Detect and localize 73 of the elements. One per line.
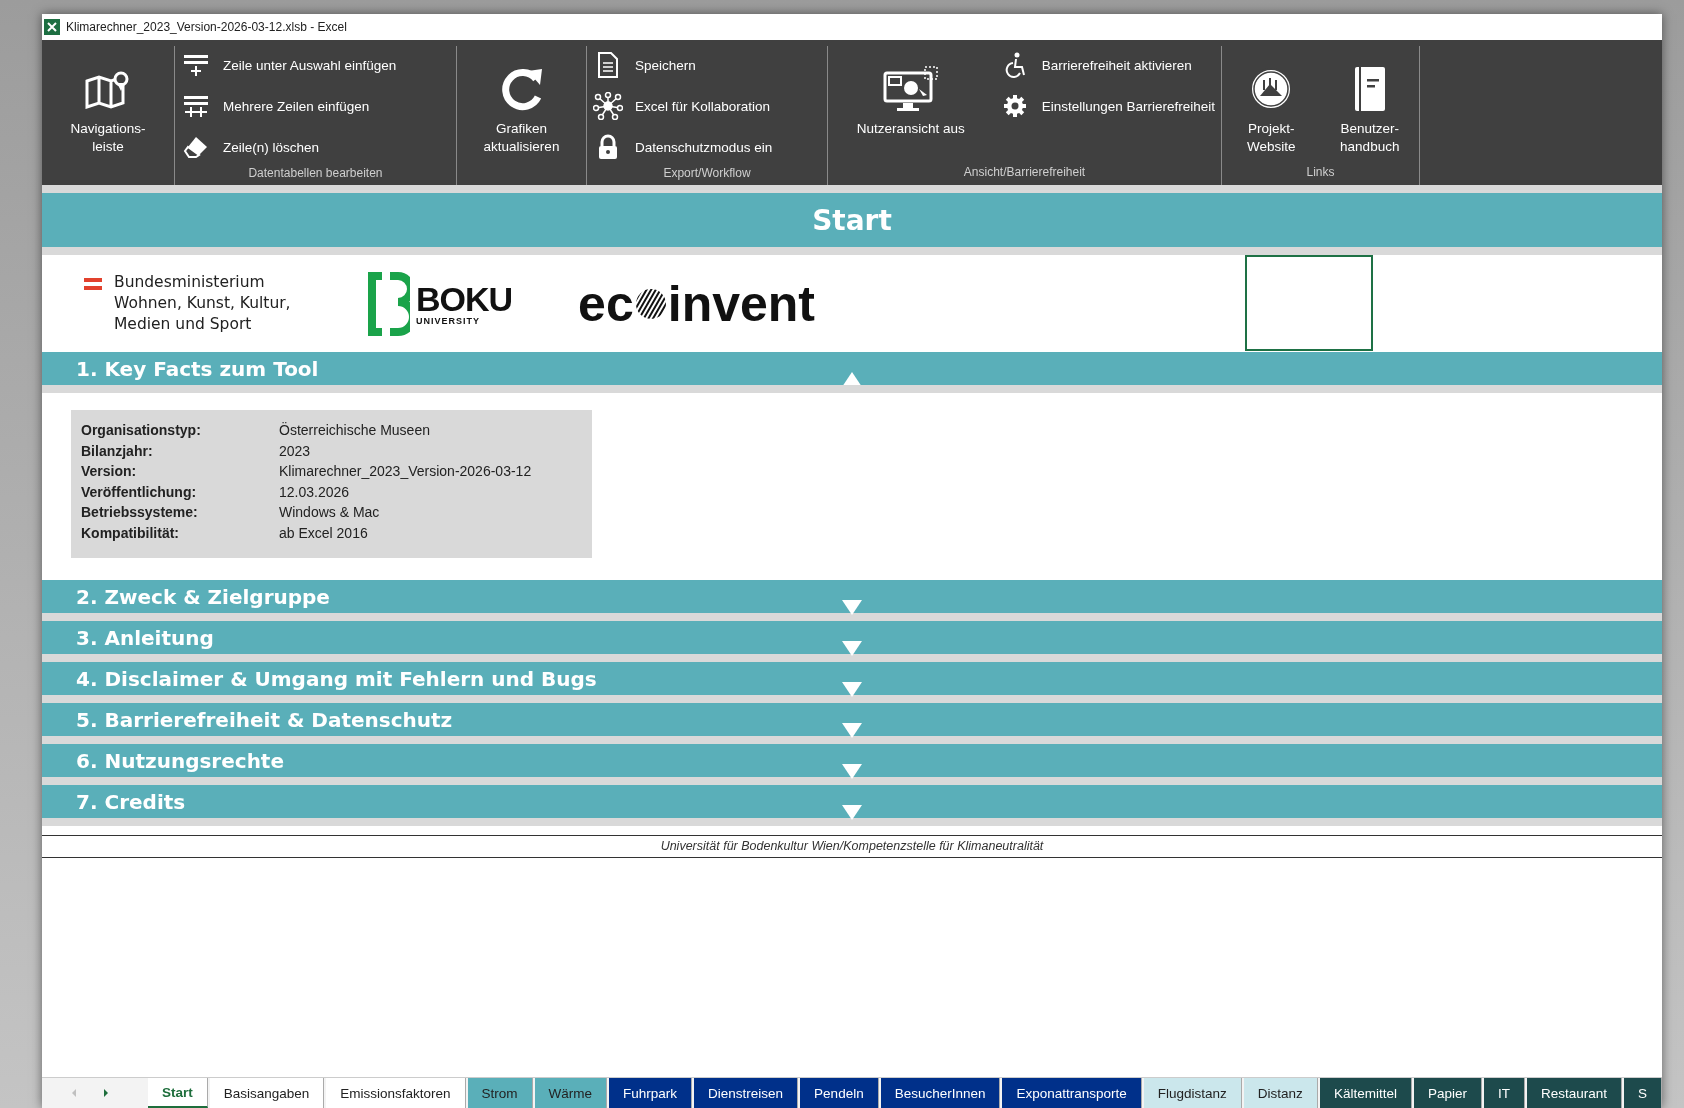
ministry-logo-text: Bundesministerium Wohnen, Kunst, Kultur, Medien und Sport bbox=[114, 272, 291, 335]
group-label: Links bbox=[1306, 165, 1335, 179]
group-label: Ansicht/Barrierefreiheit bbox=[963, 165, 1086, 179]
fact-value: Klimarechner_2023_Version-2026-03-12 bbox=[279, 462, 533, 481]
sheet-tab[interactable]: Emissionsfaktoren bbox=[326, 1078, 466, 1108]
gear-icon bbox=[1002, 94, 1027, 118]
sheet-tab[interactable]: Exponattransporte bbox=[1002, 1078, 1142, 1108]
group-label: Export/Workflow bbox=[663, 166, 751, 180]
ribbon-button[interactable]: Mehrere Zeilen einfügen bbox=[181, 91, 397, 121]
window-title: Klimarechner_2023_Version-2026-03-12.xlsb - Excel bbox=[66, 20, 347, 34]
ribbon-button[interactable]: Einstellungen Barrierefreiheit bbox=[999, 91, 1215, 121]
book-icon bbox=[1352, 65, 1387, 113]
network-icon bbox=[593, 92, 623, 120]
expand-arrow-icon bbox=[841, 723, 863, 739]
sheet-tab[interactable]: Dienstreisen bbox=[694, 1078, 799, 1108]
fact-label: Organisationstyp: bbox=[81, 421, 202, 440]
expand-arrow-icon bbox=[841, 764, 863, 780]
fact-label: Betriebssysteme: bbox=[81, 503, 199, 522]
sheet-tab[interactable]: Restaurant bbox=[1526, 1078, 1622, 1108]
ribbon-button[interactable]: Projekt- Website bbox=[1222, 46, 1321, 156]
ribbon-button[interactable]: Excel für Kollaboration bbox=[593, 91, 773, 121]
sheet-tab[interactable]: Wärme bbox=[534, 1078, 608, 1108]
ribbon-button[interactable]: Zeile unter Auswahl einfügen bbox=[181, 50, 397, 80]
expand-arrow-icon bbox=[841, 805, 863, 821]
sheet-tab[interactable]: IT bbox=[1483, 1078, 1525, 1108]
striped-circle-icon bbox=[634, 287, 667, 320]
fact-value: ab Excel 2016 bbox=[279, 523, 369, 543]
insert-row-icon bbox=[183, 53, 209, 77]
sheet-tab[interactable]: Start bbox=[147, 1078, 208, 1108]
boku-logo-subtext: UNIVERSITY bbox=[416, 315, 481, 326]
lock-icon bbox=[597, 134, 619, 160]
sheet-tab[interactable]: Papier bbox=[1413, 1078, 1482, 1108]
ecoinvent-logo-text: invent bbox=[667, 274, 815, 333]
sheet-tab[interactable]: Basisangaben bbox=[209, 1078, 325, 1108]
fact-value: Österreichische Museen bbox=[279, 421, 431, 440]
document-icon bbox=[597, 52, 619, 78]
ecoinvent-logo-text: ec bbox=[578, 274, 634, 333]
sheet-tab[interactable]: Distanz bbox=[1243, 1078, 1318, 1108]
ribbon-button[interactable]: Barrierefreiheit aktivieren bbox=[999, 50, 1215, 80]
insert-rows-icon bbox=[183, 94, 209, 118]
ribbon-button[interactable]: Navigations- leiste bbox=[42, 46, 174, 156]
fact-label: Veröffentlichung: bbox=[81, 482, 198, 502]
ribbon-button[interactable]: Benutzer- handbuch bbox=[1320, 46, 1419, 156]
sheet-tab[interactable]: BesucherInnen bbox=[880, 1078, 1001, 1108]
expand-arrow-icon bbox=[841, 682, 863, 698]
fact-label: Bilanzjahr: bbox=[81, 441, 154, 461]
sheet-tab[interactable]: Flugdistanz bbox=[1143, 1078, 1242, 1108]
eraser-icon bbox=[183, 135, 209, 159]
group-label: Datentabellen bearbeiten bbox=[248, 166, 383, 180]
expand-arrow-icon bbox=[841, 641, 863, 657]
sheet-tab[interactable]: S bbox=[1624, 1078, 1662, 1108]
fact-value: Windows & Mac bbox=[279, 503, 381, 522]
next-sheet-icon[interactable] bbox=[102, 1088, 110, 1098]
flag-icon bbox=[84, 278, 102, 291]
sheet-tab[interactable]: Pendeln bbox=[800, 1078, 879, 1108]
bracket-logo-icon bbox=[368, 271, 410, 336]
ribbon-button[interactable]: Nutzeransicht aus bbox=[828, 46, 994, 138]
wheelchair-icon bbox=[1003, 52, 1026, 78]
ribbon-button[interactable]: Grafiken aktualisieren bbox=[457, 46, 586, 156]
ribbon-button[interactable]: Zeile(n) löschen bbox=[181, 132, 397, 162]
fact-value: 2023 bbox=[279, 441, 312, 461]
ribbon-button[interactable]: Speichern bbox=[593, 50, 773, 80]
sheet-tab[interactable]: Strom bbox=[467, 1078, 533, 1108]
boku-logo-text: BOKU bbox=[416, 281, 513, 316]
fact-value: 12.03.2026 bbox=[279, 482, 351, 502]
expand-arrow-icon bbox=[841, 600, 863, 616]
footer-credit: Universität für Bodenkultur Wien/Kompetenzstelle für Klimaneutralität bbox=[42, 835, 1662, 858]
sheet-tab[interactable]: Kältemittel bbox=[1319, 1078, 1412, 1108]
page-title: Start bbox=[42, 193, 1662, 247]
sheet-tab[interactable]: Fuhrpark bbox=[609, 1078, 693, 1108]
ribbon-button[interactable]: Datenschutzmodus ein bbox=[593, 132, 773, 162]
fact-label: Kompatibilität: bbox=[81, 523, 180, 543]
fact-label: Version: bbox=[81, 462, 138, 481]
